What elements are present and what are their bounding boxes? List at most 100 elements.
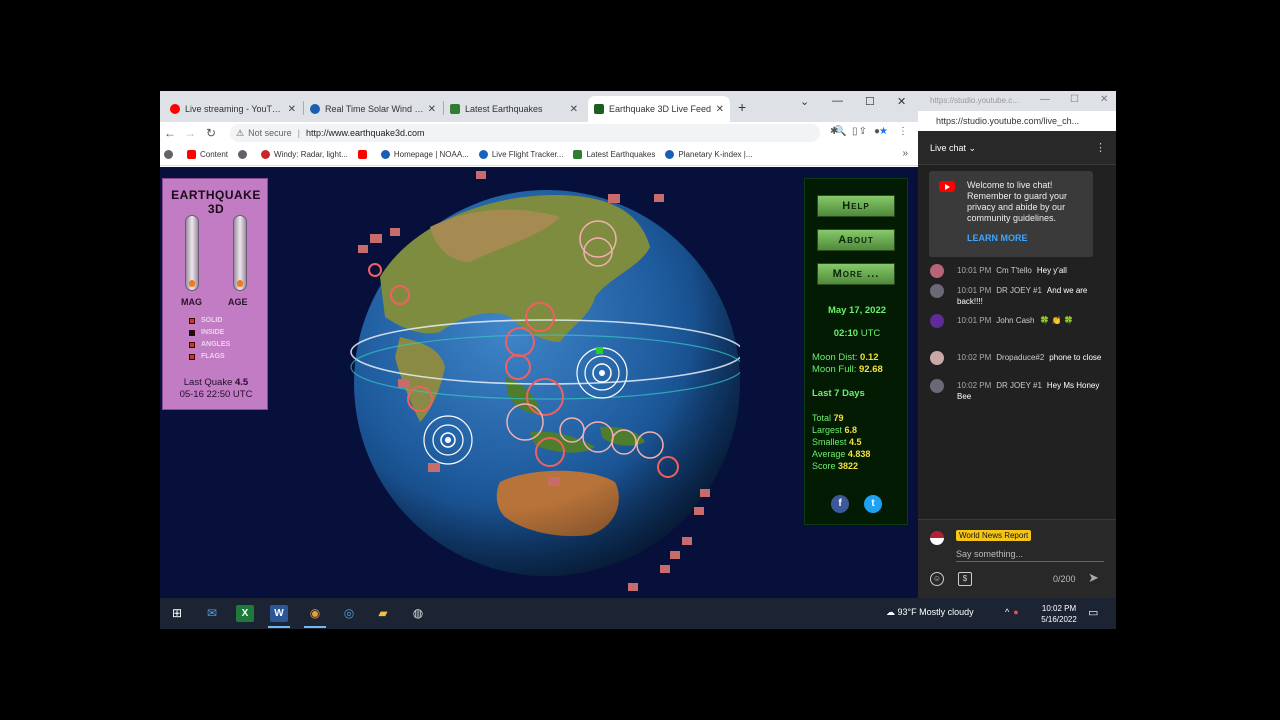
super-chat-icon[interactable]: $ [958,572,972,586]
cortana-icon[interactable]: ◎ [340,605,358,622]
tab-latest-earthquakes[interactable]: Latest Earthquakes ✕ [444,96,584,122]
weather-widget[interactable]: ☁ 93°F Mostly cloudy [886,607,974,618]
age-gauge-fill [237,280,243,287]
bookmark-noaa[interactable]: Homepage | NOAA... [380,150,469,159]
obs-icon[interactable]: ◍ [409,605,427,622]
option-angles[interactable]: ANGLES [189,339,230,351]
tab-search-icon[interactable]: ⌄ [800,95,809,108]
network-icon[interactable]: ● [1013,607,1022,617]
new-tab-button[interactable]: + [738,99,746,115]
facebook-icon[interactable]: f [831,495,849,513]
avatar[interactable] [930,284,944,298]
globe-view[interactable] [340,167,744,598]
bookmark-k-index[interactable]: Planetary K-index |... [665,150,753,159]
avatar[interactable] [930,351,944,365]
quake-dot [599,370,605,376]
word-icon[interactable]: W [268,605,290,628]
bookmark-globe-icon [164,150,173,159]
bookmark-item[interactable] [164,150,177,159]
welcome-banner: Welcome to live chat! Remember to guard … [929,171,1093,257]
tab-title: Earthquake 3D Live Feed [609,104,712,114]
option-solid[interactable]: SOLID [189,315,230,327]
chat-url-bar[interactable]: https://studio.youtube.com/live_ch... [918,111,1116,131]
excel-icon[interactable]: X [236,605,254,622]
tab-earthquake-3d[interactable]: Earthquake 3D Live Feed ✕ [588,96,730,122]
taskbar-clock[interactable]: 10:02 PM 5/16/2022 [1036,603,1082,625]
omnibox[interactable]: ⚠ Not secure | http://www.earthquake3d.c… [230,124,888,142]
close-window-button[interactable]: ✕ [897,95,906,108]
noaa-icon [665,150,675,159]
start-icon[interactable]: ⊞ [168,605,186,622]
bookmark-item[interactable] [238,150,251,159]
moon-distance: Moon Dist: 0.12 [812,352,879,363]
quake-ring [368,263,382,277]
mail-icon[interactable]: ✉ [203,605,221,622]
bookmark-item[interactable] [357,150,371,159]
extensions-icon[interactable]: ✱ [830,126,838,137]
quake-flag [628,583,638,591]
checkbox[interactable] [189,330,195,336]
option-flags[interactable]: FLAGS [189,351,230,363]
tab-title: Real Time Solar Wind | NOAA [325,104,424,114]
tab-bar: Live streaming - YouTube ✕ Real Time Sol… [160,91,918,122]
tab-youtube-live[interactable]: Live streaming - YouTube ✕ [164,96,302,122]
help-button[interactable]: Help [817,195,895,217]
checkbox[interactable] [189,342,195,348]
emoji-icon[interactable]: ☺ [930,572,944,586]
latest-quake-flag [596,347,603,354]
back-button[interactable]: ← [164,126,176,140]
stat-smallest: Smallest 4.5 [812,437,862,447]
magnitude-gauge[interactable] [185,215,199,291]
bookmark-star-icon[interactable]: ★ [879,126,900,137]
earthquake3d-icon [594,104,604,114]
send-icon[interactable]: ➤ [1088,570,1099,586]
side-panel-icon[interactable]: ▯ [852,126,858,137]
minimize-button[interactable]: — [832,95,843,107]
close-tab-icon[interactable]: ✕ [428,104,436,115]
quake-flag [370,234,382,243]
notification-icon[interactable]: ▭ [1088,606,1098,619]
twitter-icon[interactable]: t [864,495,882,513]
close-window-button[interactable]: ✕ [1100,94,1108,105]
file-explorer-icon[interactable]: ▰ [374,605,392,622]
quake-flag [390,228,400,236]
security-label: Not secure [248,128,292,138]
age-gauge[interactable] [233,215,247,291]
bookmarks-overflow-button[interactable]: » [902,148,908,159]
chevron-up-icon[interactable]: ^ [1005,607,1013,617]
learn-more-link[interactable]: LEARN MORE [967,233,1028,243]
chat-input[interactable]: Say something... [956,549,1023,559]
maximize-button[interactable]: ☐ [865,95,875,108]
bookmark-windy[interactable]: Windy: Radar, light... [261,150,348,159]
forward-button[interactable]: → [184,126,196,140]
bookmark-latest-earthquakes[interactable]: Latest Earthquakes [573,150,655,159]
about-button[interactable]: About [817,229,895,251]
chrome-icon[interactable]: ◉ [304,605,326,628]
checkbox[interactable] [189,354,195,360]
display-options: SOLID INSIDE ANGLES FLAGS [189,315,230,363]
option-inside[interactable]: INSIDE [189,327,230,339]
more-options-icon[interactable]: ⋮ [1095,141,1106,154]
tab-solar-wind[interactable]: Real Time Solar Wind | NOAA ✕ [304,96,442,122]
more-button[interactable]: More ... [817,263,895,285]
bookmark-content[interactable]: Content [187,150,228,159]
reload-button[interactable]: ↻ [206,126,216,140]
avatar[interactable] [930,314,944,328]
screen: Live streaming - YouTube ✕ Real Time Sol… [0,0,1280,720]
avatar[interactable] [930,379,944,393]
close-tab-icon[interactable]: ✕ [716,104,724,115]
menu-icon[interactable]: ⋮ [898,126,908,137]
url-text[interactable]: http://www.earthquake3d.com [306,128,425,138]
stat-total: Total 79 [812,413,844,423]
close-tab-icon[interactable]: ✕ [288,104,296,115]
checkbox[interactable] [189,318,195,324]
close-tab-icon[interactable]: ✕ [570,104,578,115]
avatar[interactable] [930,264,944,278]
system-tray[interactable]: ^● [1005,607,1023,617]
profile-icon[interactable]: ● [874,126,880,137]
maximize-button[interactable]: ☐ [1070,94,1079,105]
minimize-button[interactable]: — [1040,94,1050,105]
chat-mode-dropdown[interactable]: Live chat ⌄ [930,143,976,154]
bookmark-flight-tracker[interactable]: Live Flight Tracker... [478,150,563,159]
character-counter: 0/200 [1053,574,1076,584]
